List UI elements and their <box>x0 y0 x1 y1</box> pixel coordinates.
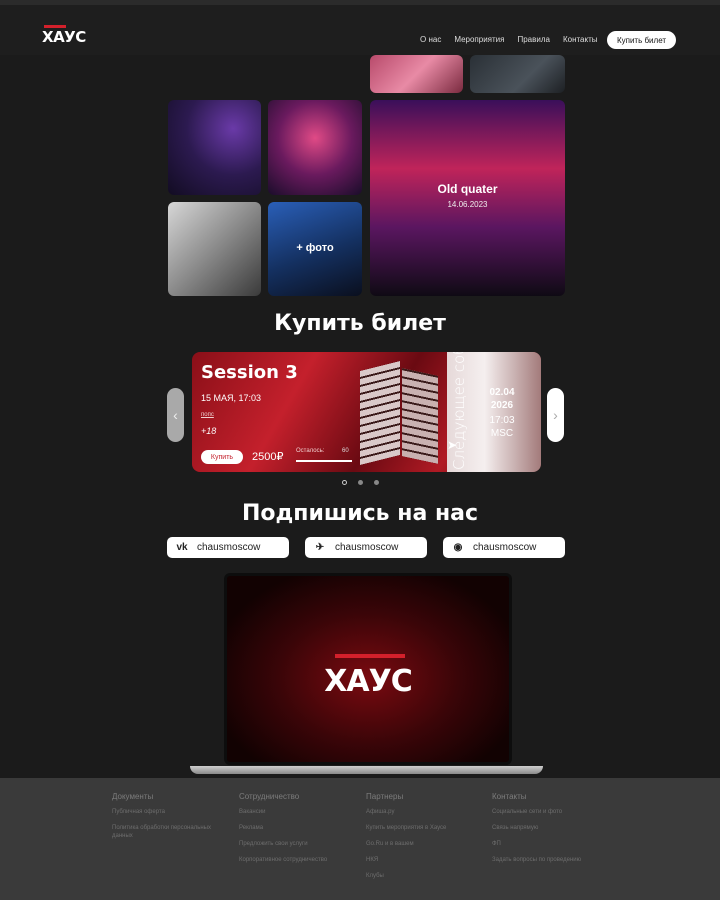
event-date: 15 МАЯ, 17:03 <box>201 393 262 403</box>
chevron-left-icon: ‹ <box>173 407 178 423</box>
carousel-dot[interactable] <box>374 480 379 485</box>
gallery-photo[interactable] <box>470 55 565 93</box>
footer-link[interactable]: Связь напрямую <box>492 824 602 832</box>
footer-link[interactable]: Социальные сети и фото <box>492 808 602 816</box>
event-genre[interactable]: попс <box>201 412 214 418</box>
nav-item-rules[interactable]: Правила <box>517 35 549 44</box>
main-nav: О нас Мероприятия Правила Контакты <box>420 35 598 44</box>
gallery-featured-event[interactable]: Old quater 14.06.2023 <box>370 100 565 296</box>
gallery-more-photos[interactable]: + фото <box>268 202 362 296</box>
carousel-dot[interactable] <box>342 480 347 485</box>
event-card: Session 3 15 МАЯ, 17:03 попс +18 Купить … <box>192 352 541 472</box>
building-illustration <box>360 361 400 465</box>
footer-link[interactable]: Политика обработки персональных данных <box>112 824 222 840</box>
featured-event-date: 14.06.2023 <box>447 200 488 209</box>
age-rating: +18 <box>201 426 217 436</box>
telegram-icon: ✈ <box>315 542 325 553</box>
promo-logo: ХАУС <box>324 664 413 699</box>
carousel-dot[interactable] <box>358 480 363 485</box>
remaining-label: Осталось: <box>296 448 325 454</box>
footer-link[interactable]: Афиша.ру <box>366 808 476 816</box>
footer-column-contacts: Контакты Социальные сети и фото Связь на… <box>492 792 602 872</box>
social-link-telegram[interactable]: ✈ chausmoscow <box>305 537 427 558</box>
buy-event-button[interactable]: Купить <box>201 450 243 464</box>
footer-link[interactable]: Публичная оферта <box>112 808 222 816</box>
laptop-promo-screen: ХАУС <box>224 573 512 765</box>
footer-link[interactable]: Купить мероприятия в Хаусе <box>366 824 476 832</box>
footer-link[interactable]: ФП <box>492 840 602 848</box>
site-footer: Документы Публичная оферта Политика обра… <box>0 778 720 900</box>
footer-link[interactable]: НКЯ <box>366 856 476 864</box>
more-photos-label: + фото <box>296 242 334 254</box>
social-handle: chausmoscow <box>197 542 261 553</box>
logo-accent-bar <box>335 654 405 658</box>
chevron-right-icon: › <box>553 407 558 423</box>
next-event-label: Следующее событие <box>450 352 468 470</box>
social-link-discord[interactable]: ◉ chausmoscow <box>443 537 565 558</box>
carousel-next-button[interactable]: › <box>547 388 564 442</box>
featured-event-title: Old quater <box>437 182 498 196</box>
subscribe-heading: Подпишись на нас <box>241 501 479 526</box>
footer-link[interactable]: Клубы <box>366 872 476 880</box>
next-event-date: 02.04 2026 <box>489 387 515 411</box>
vk-icon: vk <box>176 542 188 553</box>
tickets-heading: Купить билет <box>274 311 446 336</box>
footer-column-cooperation: Сотрудничество Вакансии Реклама Предложи… <box>239 792 349 872</box>
social-handle: chausmoscow <box>473 542 537 553</box>
footer-column-partners: Партнеры Афиша.ру Купить мероприятия в Х… <box>366 792 476 888</box>
mouse-cursor-icon: ➤ <box>447 438 458 452</box>
footer-link[interactable]: Go.Ru и в вашем <box>366 840 476 848</box>
event-price: 2500₽ <box>252 451 284 463</box>
event-title: Session 3 <box>201 362 298 383</box>
footer-link[interactable]: Корпоративное сотрудничество <box>239 856 349 864</box>
next-event-time: 17:03 MSC <box>489 415 515 439</box>
gallery-photo[interactable] <box>168 100 261 195</box>
laptop-base <box>190 766 543 774</box>
remaining-progress <box>296 460 352 462</box>
carousel-prev-button[interactable]: ‹ <box>167 388 184 442</box>
social-handle: chausmoscow <box>335 542 399 553</box>
footer-link[interactable]: Вакансии <box>239 808 349 816</box>
footer-link[interactable]: Задать вопросы по проведению <box>492 856 602 864</box>
building-illustration <box>402 368 438 464</box>
discord-icon: ◉ <box>453 542 463 553</box>
nav-item-events[interactable]: Мероприятия <box>454 35 504 44</box>
remaining-progress-fill <box>296 460 352 462</box>
carousel-pagination <box>342 480 379 485</box>
footer-column-documents: Документы Публичная оферта Политика обра… <box>112 792 222 848</box>
footer-link[interactable]: Реклама <box>239 824 349 832</box>
footer-link[interactable]: Предложить свои услуги <box>239 840 349 848</box>
gallery-photo[interactable] <box>268 100 362 195</box>
gallery-photo[interactable] <box>370 55 463 93</box>
site-logo[interactable]: ХАУС <box>42 25 86 46</box>
remaining-count: 60 <box>342 448 349 454</box>
nav-item-contacts[interactable]: Контакты <box>563 35 598 44</box>
gallery-photo[interactable] <box>168 202 261 296</box>
nav-item-about[interactable]: О нас <box>420 35 441 44</box>
social-link-vk[interactable]: vk chausmoscow <box>167 537 289 558</box>
buy-ticket-header-button[interactable]: Купить билет <box>607 31 676 49</box>
